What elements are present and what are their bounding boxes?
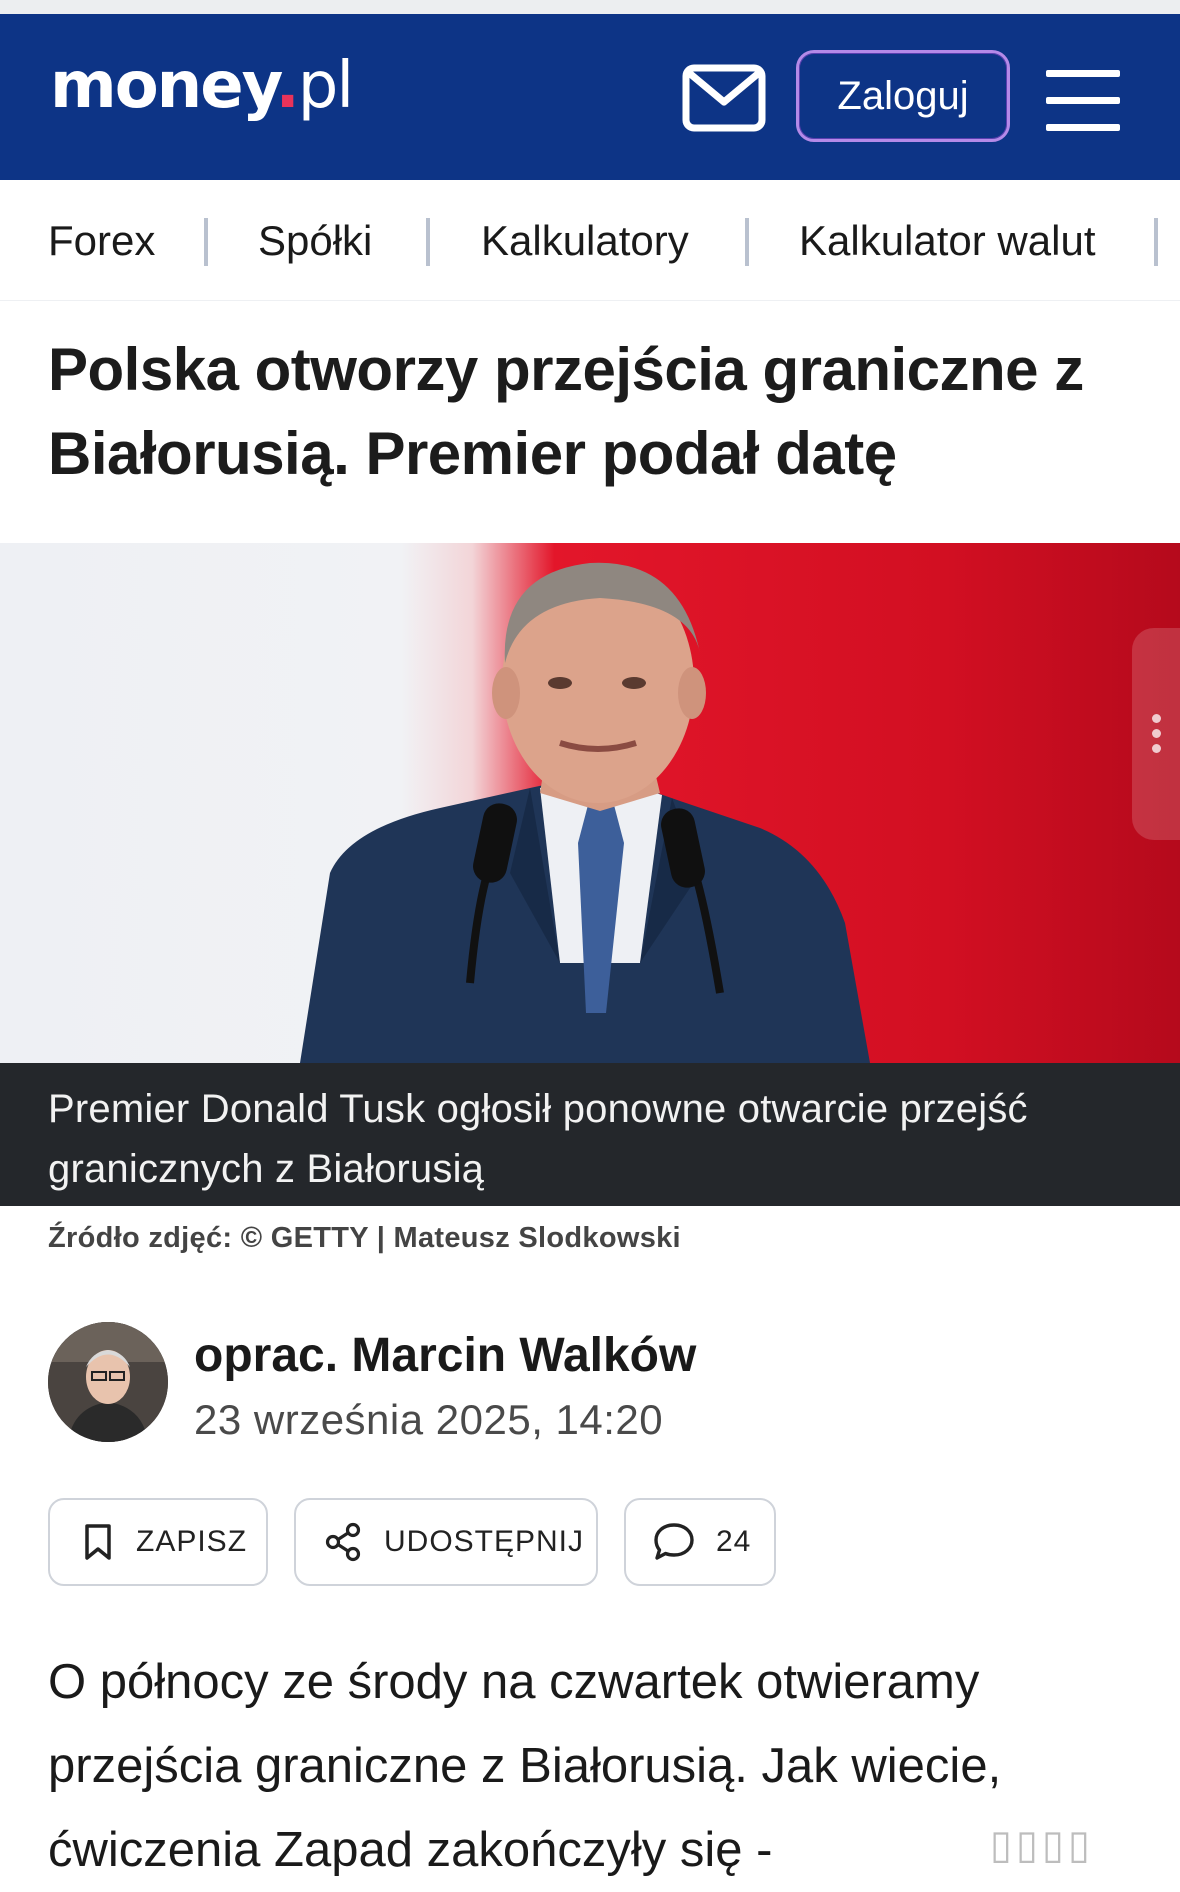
nav-item-spolki[interactable]: Spółki <box>258 220 372 262</box>
save-button[interactable]: ZAPISZ <box>48 1498 268 1586</box>
publish-date: 23 września 2025, 14:20 <box>194 1396 664 1443</box>
nav-item-kalkulator-walut[interactable]: Kalkulator walut <box>799 220 1095 262</box>
site-logo[interactable]: money.pl <box>50 54 354 118</box>
mail-icon[interactable] <box>682 62 766 134</box>
author-avatar[interactable] <box>48 1322 168 1442</box>
comment-bubble-icon <box>654 1523 694 1560</box>
share-button[interactable]: UDOSTĘPNIJ <box>294 1498 598 1586</box>
comments-button[interactable]: 24 <box>624 1498 776 1586</box>
watermark: ▯▯▯▯ <box>990 1822 1095 1868</box>
author-name[interactable]: oprac. Marcin Walków <box>194 1328 696 1383</box>
article-headline: Polska otworzy przejścia graniczne z Bia… <box>48 336 1084 487</box>
category-nav: Forex Spółki Kalkulatory Kalkulator walu… <box>0 180 1180 301</box>
share-icon <box>325 1522 361 1562</box>
site-header: money.pl Zaloguj <box>0 14 1180 180</box>
nav-separator <box>204 218 208 266</box>
article-photo[interactable] <box>0 543 1180 1063</box>
nav-separator <box>426 218 430 266</box>
nav-item-kalkulatory[interactable]: Kalkulatory <box>481 220 689 262</box>
hamburger-menu-icon[interactable] <box>1046 70 1120 132</box>
side-options-handle[interactable] <box>1132 628 1180 840</box>
login-button[interactable]: Zaloguj <box>796 50 1010 142</box>
nav-separator <box>745 218 749 266</box>
nav-item-forex[interactable]: Forex <box>48 220 155 262</box>
photo-credit: Źródło zdjęć: © GETTY | Mateusz Slodkows… <box>48 1222 681 1254</box>
speaker-illustration <box>300 562 870 1063</box>
article-body: O północy ze środy na czwartek otwieramy… <box>48 1655 1002 1877</box>
photo-caption: Premier Donald Tusk ogłosił ponowne otwa… <box>0 1063 1180 1206</box>
bookmark-icon <box>85 1524 111 1560</box>
nav-separator <box>1154 218 1158 266</box>
top-strip <box>0 0 1180 14</box>
